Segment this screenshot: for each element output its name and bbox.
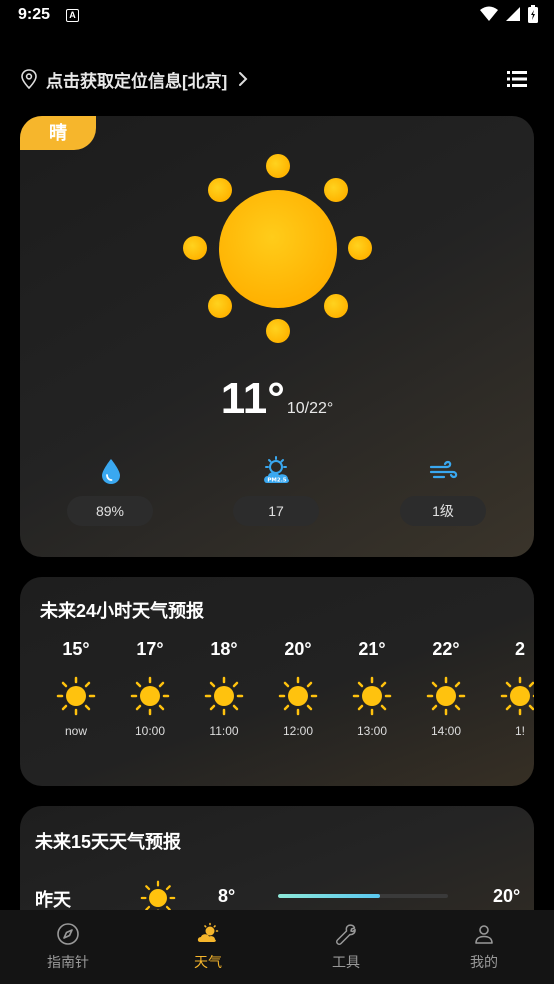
temperature-row: 11° 10/22° (20, 374, 534, 424)
wind-icon (429, 460, 458, 479)
location-text[interactable]: 点击获取定位信息[北京] (46, 67, 227, 92)
hour-time: 14:00 (430, 724, 462, 738)
location-pin-icon (21, 69, 37, 89)
water-drop-icon (102, 459, 120, 484)
hour-temp: 18° (210, 639, 238, 659)
hour-item: 2 1! (483, 639, 534, 738)
weather-icon (197, 922, 219, 942)
hour-temp: 22° (432, 639, 460, 659)
daily-title: 未来15天天气预报 (35, 832, 182, 852)
hour-temp: 20° (284, 639, 312, 659)
nav-label-tools: 工具 (332, 954, 360, 970)
sun-icon (500, 676, 534, 716)
hour-time: 12:00 (282, 724, 314, 738)
hour-item: 20° 12:00 (261, 639, 335, 738)
hour-time: 13:00 (356, 724, 388, 738)
status-icons (480, 5, 538, 23)
hourly-title: 未来24小时天气预报 (40, 601, 205, 621)
hourly-forecast-card[interactable]: 未来24小时天气预报 15° now 17° 10:00 18° 11:00 20° 12:0… (20, 577, 534, 786)
hour-temp: 15° (62, 639, 90, 659)
nav-tools[interactable]: 工具 (301, 922, 391, 972)
pm25-icon-text: PM2.5 (267, 478, 286, 484)
hour-temp: 2 (514, 639, 525, 659)
hour-item: 22° 14:00 (409, 639, 483, 738)
sun-icon (426, 676, 466, 716)
wrench-icon (336, 924, 356, 945)
wifi-icon (480, 6, 498, 21)
sun-icon (204, 676, 244, 716)
temp-range-bar-fill (278, 894, 380, 898)
nav-profile[interactable]: 我的 (439, 922, 529, 972)
nav-label-weather: 天气 (194, 954, 222, 970)
day-high-temp: 20° (493, 886, 521, 906)
temp-range: 10/22° (286, 400, 334, 417)
sun-icon (130, 676, 170, 716)
hour-item: 17° 10:00 (113, 639, 187, 738)
wind-value: 1级 (400, 496, 486, 526)
pm25-value: 17 (233, 496, 319, 526)
battery-icon (528, 5, 538, 23)
current-temp: 11° (220, 374, 285, 423)
sun-icon (352, 676, 392, 716)
pm25-icon: PM2.5 (264, 456, 290, 484)
sun-icon (183, 154, 372, 343)
daily-row[interactable]: 昨天 8° 20° (20, 880, 534, 916)
daily-forecast-card[interactable]: 未来15天天气预报 昨天 8° 20° (20, 806, 534, 916)
temp-range-bar (278, 894, 448, 898)
sun-icon (278, 676, 318, 716)
status-time: 9:25 (18, 6, 51, 23)
notification-icon: A (66, 9, 79, 22)
hour-item: 21° 13:00 (335, 639, 409, 738)
sun-icon (56, 676, 96, 716)
current-weather-card: 晴 11° 10/22° 89% PM2.5 17 1级 (20, 116, 534, 557)
nav-weather[interactable]: 天气 (163, 922, 253, 972)
profile-icon (475, 925, 493, 944)
hour-item: 18° 11:00 (187, 639, 261, 738)
hour-temp: 17° (136, 639, 164, 659)
location-row[interactable]: 点击获取定位信息[北京] (20, 64, 534, 94)
nav-compass[interactable]: 指南针 (23, 922, 113, 972)
hour-time: 1! (514, 724, 525, 738)
hour-time: now (64, 724, 87, 738)
weather-stats: 89% PM2.5 17 1级 (20, 456, 534, 532)
hour-time: 10:00 (134, 724, 166, 738)
compass-icon (57, 923, 79, 945)
hour-time: 11:00 (209, 724, 239, 738)
wind-stat: 1级 (400, 456, 488, 526)
bottom-nav: 指南针 天气 工具 我的 (0, 910, 554, 984)
hourly-list[interactable]: 15° now 17° 10:00 18° 11:00 20° 12:00 21° 13:00 22… (20, 639, 534, 759)
humidity-value: 89% (67, 496, 153, 526)
humidity-stat: 89% (67, 456, 155, 526)
chevron-right-icon (239, 72, 248, 86)
signal-icon (506, 7, 520, 21)
hour-item: 15° now (39, 639, 113, 738)
condition-badge: 晴 (20, 116, 96, 150)
hour-temp: 21° (358, 639, 386, 659)
day-low-temp: 8° (218, 886, 236, 906)
nav-label-compass: 指南针 (47, 954, 89, 970)
nav-label-profile: 我的 (470, 954, 498, 970)
pm25-stat: PM2.5 17 (233, 456, 321, 526)
day-label: 昨天 (35, 890, 71, 910)
list-menu-icon[interactable] (506, 68, 528, 90)
status-bar: 9:25 A (0, 0, 554, 32)
